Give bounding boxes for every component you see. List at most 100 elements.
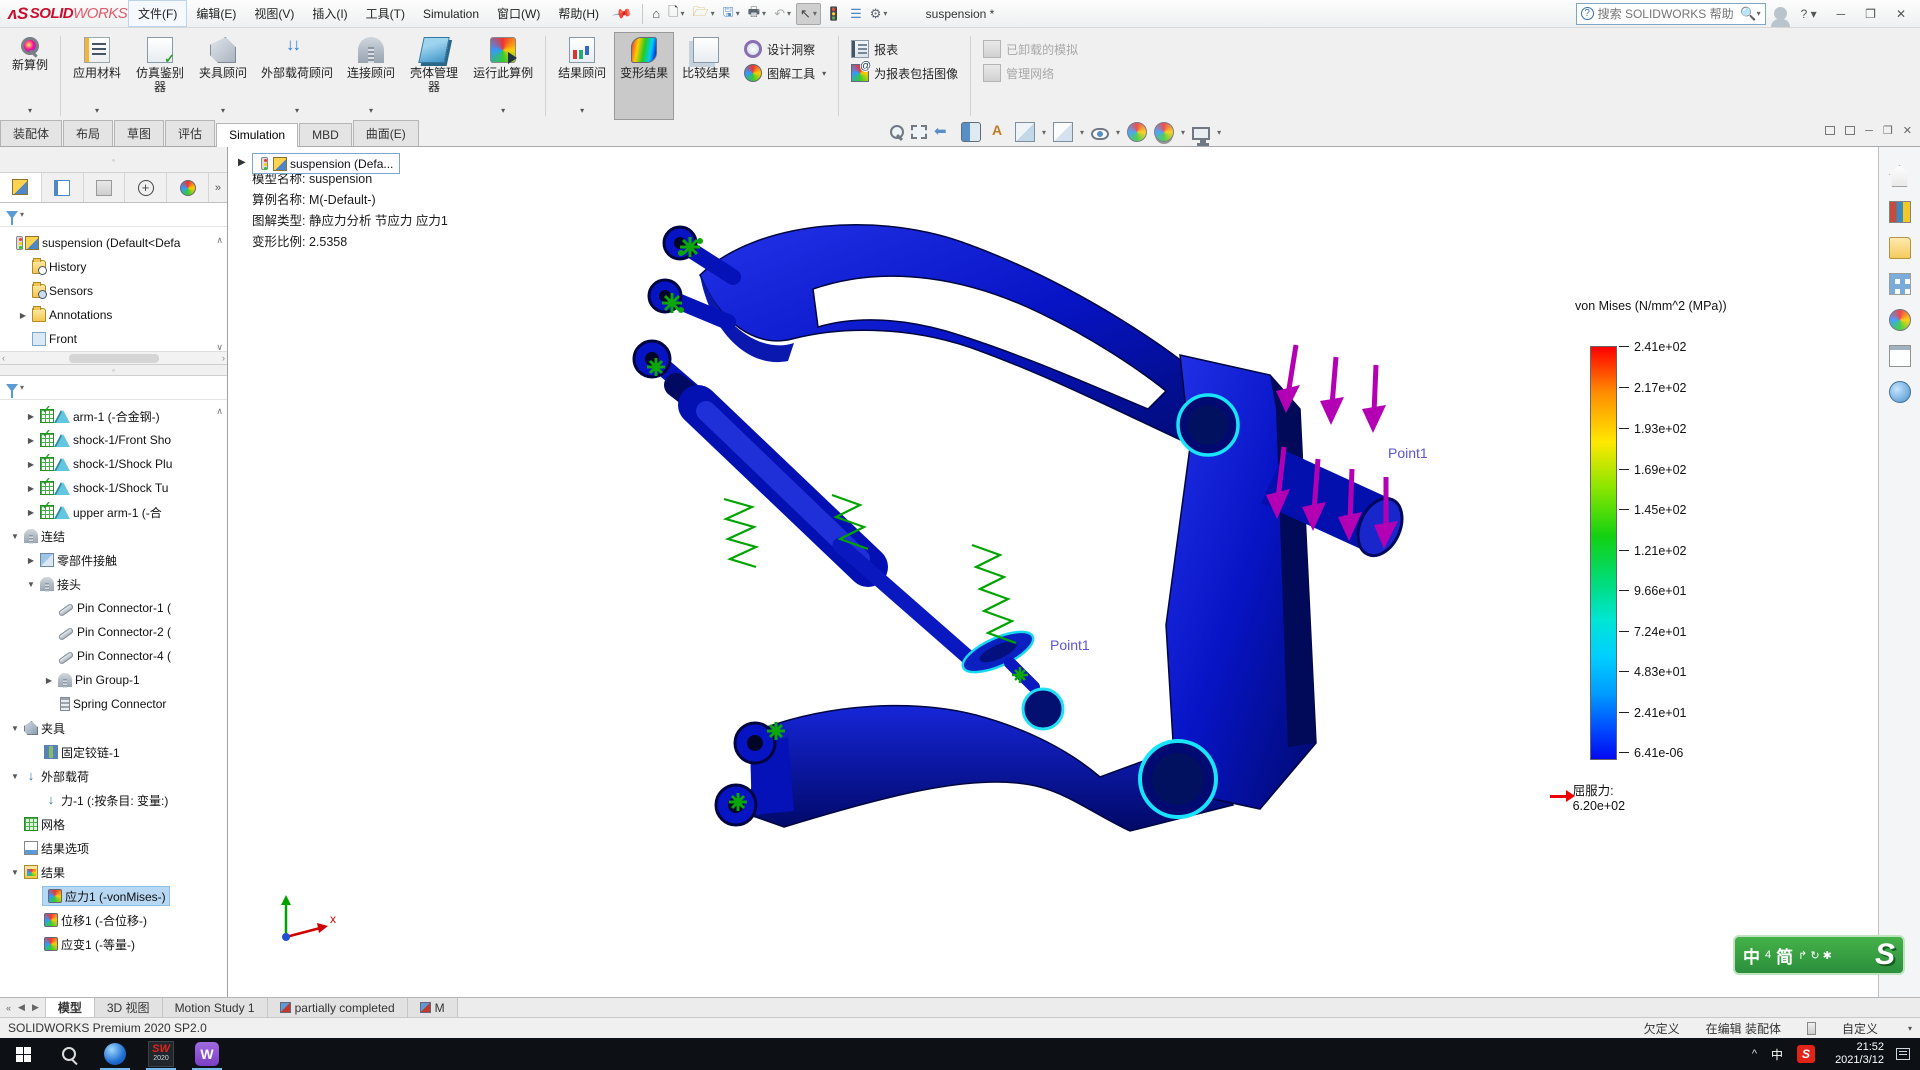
upper-arm-part[interactable] [700, 225, 1240, 449]
custom-dropdown-icon[interactable]: ▾ [1908, 1024, 1912, 1033]
tab-scroll-left-icon[interactable]: ◀ [15, 1002, 28, 1013]
menu-file[interactable]: 文件(F) [128, 0, 187, 27]
view-settings-dropdown-icon[interactable]: ▾ [1217, 128, 1221, 137]
save-icon[interactable]: 🖫▾ [720, 1, 743, 27]
minimize-icon[interactable]: ─ [1831, 5, 1852, 23]
tab-m-study[interactable]: M [408, 998, 458, 1017]
include-image-for-report-button[interactable]: 为报表包括图像 [851, 64, 958, 82]
tab-simulation[interactable]: Simulation [216, 123, 298, 147]
tree-item-root[interactable]: suspension (Default<Defa [0, 231, 227, 255]
help-menu-icon[interactable]: ? ▾ [1795, 5, 1823, 23]
tab-scroll-first-icon[interactable]: « [3, 1003, 14, 1013]
design-library-icon[interactable] [1889, 201, 1911, 223]
tab-motion-study[interactable]: Motion Study 1 [163, 998, 268, 1017]
filter-dropdown-icon[interactable]: ▾ [20, 210, 24, 219]
flyout-feature-tree[interactable]: suspension (Defa... [252, 153, 400, 174]
tree-item-connections[interactable]: ▼ 连结 [0, 524, 227, 548]
study-filter-row[interactable]: ▾ [0, 376, 227, 400]
scroll-right-icon[interactable]: › [222, 353, 225, 363]
child-restore-icon[interactable]: ❐ [1883, 124, 1893, 137]
new-document-icon[interactable]: 🗋▾ [665, 1, 687, 27]
search-icon[interactable]: 🔍 [1740, 6, 1756, 22]
pane-left-icon[interactable] [1825, 126, 1835, 135]
study-filter-dropdown-icon[interactable]: ▾ [20, 383, 24, 392]
tab-sketch[interactable]: 草图 [114, 120, 164, 146]
run-study-button[interactable]: 运行此算例▾ [467, 32, 539, 120]
simulation-evaluator-button[interactable]: 仿真鉴别器 [129, 32, 191, 120]
tab-dimxpertmanager[interactable] [125, 173, 167, 202]
scroll-left-icon[interactable]: ‹ [2, 353, 5, 363]
new-study-button[interactable]: 新算例▾ [6, 32, 54, 120]
panel-splitter-grip[interactable]: ◦ [0, 147, 227, 173]
report-button[interactable]: 报表 [851, 40, 958, 58]
previous-view-icon[interactable] [934, 122, 954, 142]
restore-icon[interactable]: ❐ [1859, 5, 1882, 23]
tree-item-fixtures[interactable]: ▼ 夹具 [0, 716, 227, 740]
taskbar-solidworks-button[interactable]: SW 2020 [138, 1038, 184, 1070]
shell-manager-button[interactable]: 壳体管理器 [403, 32, 465, 120]
tree-item-displacement-plot[interactable]: 位移1 (-合位移-) [0, 908, 227, 932]
menu-view[interactable]: 视图(V) [245, 1, 303, 26]
tree-item-pin-connector[interactable]: Pin Connector-4 ( [0, 644, 227, 668]
tab-mbd[interactable]: MBD [299, 123, 352, 146]
menu-insert[interactable]: 插入(I) [303, 1, 356, 26]
child-minimize-icon[interactable]: ─ [1865, 125, 1873, 137]
section-view-icon[interactable] [961, 122, 981, 142]
compare-results-button[interactable]: 比较结果 [676, 32, 736, 120]
tree-horizontal-scrollbar[interactable]: ‹ › [0, 351, 227, 364]
model-canvas[interactable]: x [228, 147, 1878, 998]
tree-item-force[interactable]: 力-1 (:按条目: 变量:) [0, 788, 227, 812]
tree-item-fixed-hinge[interactable]: 固定铰链-1 [0, 740, 227, 764]
open-icon[interactable]: 🗁▾ [690, 1, 718, 27]
connections-advisor-button[interactable]: 连接顾问▾ [341, 32, 401, 120]
tray-expand-icon[interactable]: ^ [1752, 1048, 1757, 1060]
tab-partially-completed[interactable]: partially completed [268, 998, 408, 1017]
tree-item-history[interactable]: History [0, 255, 227, 279]
fixtures-advisor-button[interactable]: 夹具顾问▾ [193, 32, 253, 120]
tab-displaymanager[interactable] [167, 173, 209, 202]
tree-item-sensors[interactable]: Sensors [0, 279, 227, 303]
taskbar-search-button[interactable] [46, 1038, 92, 1070]
tree-scroll-down-icon[interactable]: ∨ [216, 342, 223, 353]
selected-tree-item[interactable]: 应力1 (-vonMises-) [42, 886, 170, 906]
forum-icon[interactable] [1889, 381, 1911, 403]
undo-icon[interactable]: ↶▾ [771, 4, 794, 24]
resources-home-icon[interactable] [1889, 165, 1911, 187]
search-dropdown-icon[interactable]: ▾ [1757, 9, 1761, 18]
design-insight-button[interactable]: 设计洞察 [744, 40, 826, 58]
tree-item-strain-plot[interactable]: 应变1 (-等量-) [0, 932, 227, 956]
menu-edit[interactable]: 编辑(E) [187, 1, 245, 26]
notification-center-icon[interactable] [1896, 1048, 1910, 1060]
appearances-icon[interactable] [1889, 309, 1911, 331]
taskbar-wps-button[interactable]: W [184, 1038, 230, 1070]
search-input[interactable] [1598, 7, 1741, 21]
community-language-badge[interactable]: 中 4 简 ↱ ↻ ✱ S [1733, 935, 1905, 975]
custom-properties-icon[interactable] [1889, 345, 1911, 367]
tree-item-pin-group[interactable]: ▶ Pin Group-1 [0, 668, 227, 692]
edit-appearance-icon[interactable] [1127, 122, 1147, 142]
tab-evaluate[interactable]: 评估 [165, 120, 215, 146]
menu-window[interactable]: 窗口(W) [488, 1, 549, 26]
tree-item-front-plane[interactable]: Front [0, 327, 227, 351]
plot-tools-button[interactable]: 图解工具▾ [744, 64, 826, 82]
menu-help[interactable]: 帮助(H) [549, 1, 608, 26]
hide-show-items-icon[interactable] [1091, 128, 1109, 140]
file-explorer-icon[interactable] [1889, 237, 1911, 259]
hide-show-dropdown-icon[interactable]: ▾ [1116, 128, 1120, 137]
tree-item-component[interactable]: ▶ shock-1/Front Sho [0, 428, 227, 452]
start-button[interactable] [0, 1038, 46, 1070]
home-icon[interactable]: ⌂ [649, 4, 663, 23]
tab-surfaces[interactable]: 曲面(E) [353, 120, 419, 146]
rebuild-traffic-light-icon[interactable]: 🚦 [823, 4, 845, 24]
tree-item-external-loads[interactable]: ▼ 外部载荷 [0, 764, 227, 788]
display-style-icon[interactable] [1053, 122, 1073, 142]
tab-configurationmanager[interactable] [84, 173, 126, 202]
input-language-indicator[interactable]: 中 [1771, 1046, 1783, 1063]
zoom-area-icon[interactable] [911, 125, 927, 139]
tab-layout[interactable]: 布局 [63, 120, 113, 146]
results-advisor-button[interactable]: 结果顾问▾ [552, 32, 612, 120]
tab-model[interactable]: 模型 [46, 998, 95, 1017]
pin-menu-icon[interactable]: 📌 [611, 2, 633, 24]
annotation-visibility-icon[interactable] [988, 122, 1008, 142]
zoom-fit-icon[interactable] [890, 125, 904, 139]
